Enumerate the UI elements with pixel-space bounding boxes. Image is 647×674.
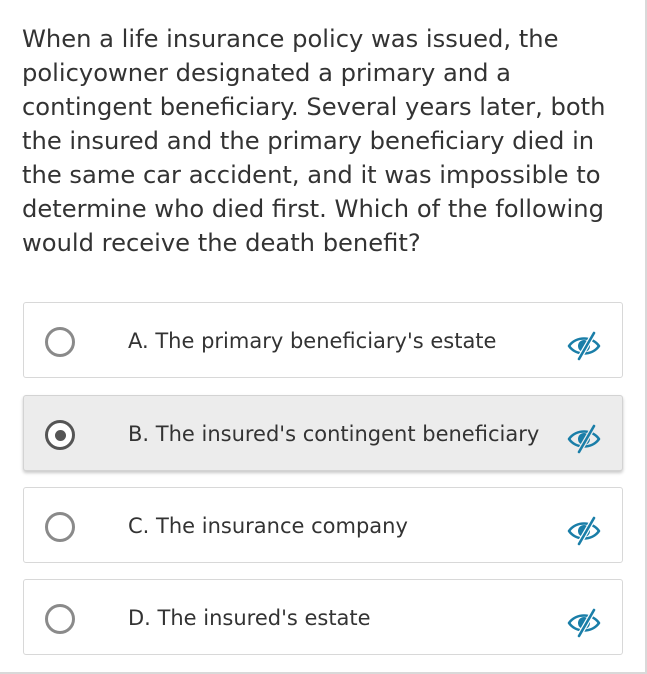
eye-slash-icon[interactable] <box>566 608 606 638</box>
answer-option-label: B. The insured's contingent beneficiary <box>128 422 540 446</box>
radio-dot <box>54 429 66 441</box>
answer-option-label: D. The insured's estate <box>128 606 371 630</box>
radio-button-selected[interactable] <box>45 420 75 450</box>
radio-button[interactable] <box>45 512 75 542</box>
eye-slash-icon[interactable] <box>566 331 606 361</box>
answer-option-c[interactable]: C. The insurance company <box>23 487 623 563</box>
answer-option-label: A. The primary beneficiary's estate <box>128 329 497 353</box>
eye-slash-icon[interactable] <box>566 516 606 546</box>
radio-button[interactable] <box>45 327 75 357</box>
eye-slash-icon[interactable] <box>566 424 606 454</box>
answer-option-d[interactable]: D. The insured's estate <box>23 579 623 655</box>
answer-option-a[interactable]: A. The primary beneficiary's estate <box>23 302 623 378</box>
question-text: When a life insurance policy was issued,… <box>22 25 606 257</box>
radio-button[interactable] <box>45 604 75 634</box>
answer-option-label: C. The insurance company <box>128 514 408 538</box>
answer-option-b[interactable]: B. The insured's contingent beneficiary <box>23 395 623 471</box>
